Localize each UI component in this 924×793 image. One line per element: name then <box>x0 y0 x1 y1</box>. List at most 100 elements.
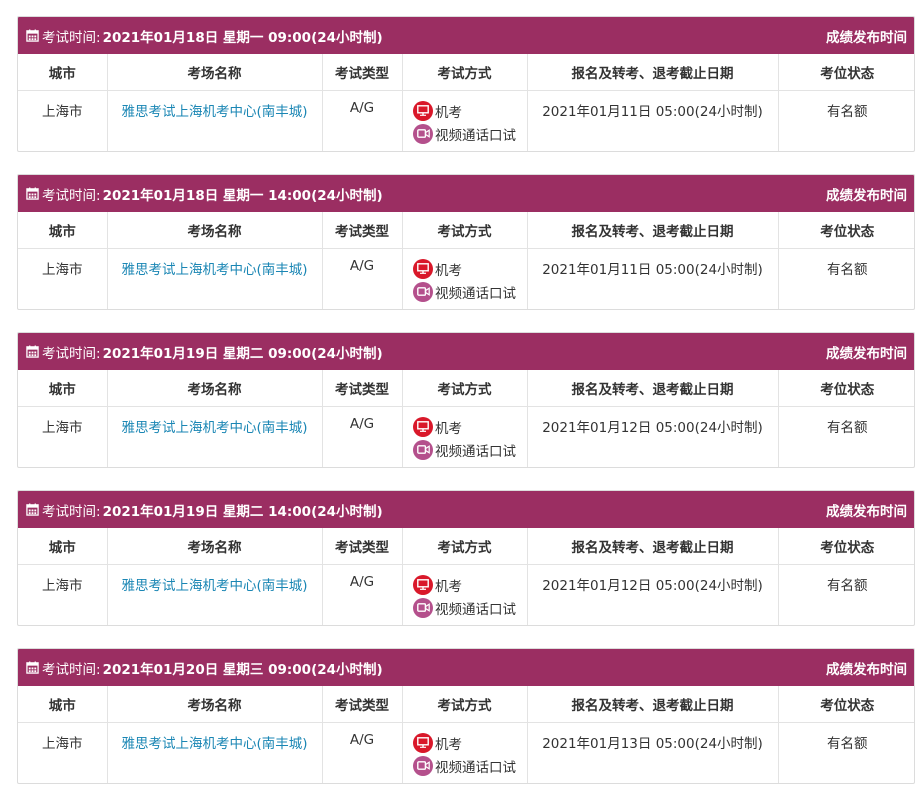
exam-type-cell: A/G <box>322 564 403 625</box>
session-table: 城市 考场名称 考试类型 考试方式 报名及转考、退考截止日期 考位状态 上海市 … <box>18 370 914 467</box>
session-time-label: 考试时间: <box>42 29 101 46</box>
exam-type-cell: A/G <box>322 722 403 783</box>
column-header-deadline: 报名及转考、退考截止日期 <box>527 54 779 91</box>
mode-label: 机考 <box>435 420 462 437</box>
venue-link[interactable]: 雅思考试上海机考中心(南丰城) <box>107 406 323 467</box>
exam-session-list: 考试时间: 2021年01月18日 星期一 09:00(24小时制) 成绩发布时… <box>0 0 924 793</box>
mode-computer: 机考 <box>413 99 516 122</box>
mode-computer: 机考 <box>413 731 516 754</box>
column-header-mode: 考试方式 <box>402 528 528 565</box>
column-header-deadline: 报名及转考、退考截止日期 <box>527 212 779 249</box>
column-header-city: 城市 <box>18 212 108 249</box>
status-cell: 有名额 <box>827 104 868 120</box>
venue-link[interactable]: 雅思考试上海机考中心(南丰城) <box>107 248 323 309</box>
mode-label: 视频通话口试 <box>435 443 516 460</box>
video-camera-icon <box>413 597 433 618</box>
venue-link[interactable]: 雅思考试上海机考中心(南丰城) <box>107 722 323 783</box>
exam-mode-cell: 机考 视频通话口试 <box>402 722 528 783</box>
score-release-time-link[interactable]: 成绩发布时间 <box>826 500 907 520</box>
video-camera-icon <box>413 281 433 302</box>
session-time: 2021年01月18日 星期一 09:00(24小时制) <box>102 29 383 46</box>
column-header-mode: 考试方式 <box>402 54 528 91</box>
exam-session: 考试时间: 2021年01月18日 星期一 14:00(24小时制) 成绩发布时… <box>17 174 915 310</box>
column-header-city: 城市 <box>18 54 108 91</box>
status-cell: 有名额 <box>827 420 868 436</box>
column-header-status: 考位状态 <box>778 528 914 565</box>
session-table: 城市 考场名称 考试类型 考试方式 报名及转考、退考截止日期 考位状态 上海市 … <box>18 54 914 151</box>
mode-video: 视频通话口试 <box>413 754 516 777</box>
calendar-icon <box>26 29 39 42</box>
column-header-status: 考位状态 <box>778 54 914 91</box>
monitor-icon <box>413 100 433 121</box>
mode-label: 机考 <box>435 578 462 595</box>
exam-type-cell: A/G <box>322 248 403 309</box>
exam-mode-cell: 机考 视频通话口试 <box>402 564 528 625</box>
session-header: 考试时间: 2021年01月18日 星期一 09:00(24小时制) 成绩发布时… <box>18 17 914 54</box>
exam-type-cell: A/G <box>322 90 403 151</box>
session-header: 考试时间: 2021年01月19日 星期二 14:00(24小时制) 成绩发布时… <box>18 491 914 528</box>
session-time-label: 考试时间: <box>42 661 101 678</box>
session-time: 2021年01月19日 星期二 14:00(24小时制) <box>102 503 383 520</box>
mode-video: 视频通话口试 <box>413 438 516 461</box>
score-release-time-link[interactable]: 成绩发布时间 <box>826 658 907 678</box>
column-header-venue: 考场名称 <box>107 54 323 91</box>
monitor-icon <box>413 416 433 437</box>
column-header-venue: 考场名称 <box>107 212 323 249</box>
exam-type-cell: A/G <box>322 406 403 467</box>
column-header-type: 考试类型 <box>322 54 403 91</box>
session-header: 考试时间: 2021年01月20日 星期三 09:00(24小时制) 成绩发布时… <box>18 649 914 686</box>
exam-mode-cell: 机考 视频通话口试 <box>402 406 528 467</box>
table-row: 上海市 雅思考试上海机考中心(南丰城) A/G 机考 视频通话口试 2021年0… <box>18 90 914 151</box>
session-time-label: 考试时间: <box>42 503 101 520</box>
column-header-mode: 考试方式 <box>402 370 528 407</box>
status-cell: 有名额 <box>827 578 868 594</box>
video-camera-icon <box>413 755 433 776</box>
column-header-deadline: 报名及转考、退考截止日期 <box>527 370 779 407</box>
exam-mode-cell: 机考 视频通话口试 <box>402 90 528 151</box>
calendar-icon <box>26 187 39 200</box>
calendar-icon <box>26 345 39 358</box>
city-cell: 上海市 <box>18 564 108 625</box>
score-release-time-link[interactable]: 成绩发布时间 <box>826 184 907 204</box>
session-header: 考试时间: 2021年01月18日 星期一 14:00(24小时制) 成绩发布时… <box>18 175 914 212</box>
mode-label: 机考 <box>435 736 462 753</box>
column-header-deadline: 报名及转考、退考截止日期 <box>527 686 779 723</box>
column-header-type: 考试类型 <box>322 686 403 723</box>
exam-session: 考试时间: 2021年01月18日 星期一 09:00(24小时制) 成绩发布时… <box>17 16 915 152</box>
deadline-cell: 2021年01月11日 05:00(24小时制) <box>527 248 779 309</box>
session-table: 城市 考场名称 考试类型 考试方式 报名及转考、退考截止日期 考位状态 上海市 … <box>18 686 914 783</box>
venue-link[interactable]: 雅思考试上海机考中心(南丰城) <box>107 564 323 625</box>
city-cell: 上海市 <box>18 90 108 151</box>
column-header-city: 城市 <box>18 528 108 565</box>
video-camera-icon <box>413 123 433 144</box>
calendar-icon <box>26 661 39 674</box>
mode-video: 视频通话口试 <box>413 122 516 145</box>
mode-computer: 机考 <box>413 415 516 438</box>
mode-computer: 机考 <box>413 573 516 596</box>
column-header-status: 考位状态 <box>778 212 914 249</box>
status-cell: 有名额 <box>827 736 868 752</box>
mode-video: 视频通话口试 <box>413 596 516 619</box>
session-time-label: 考试时间: <box>42 187 101 204</box>
mode-label: 视频通话口试 <box>435 285 516 302</box>
column-header-city: 城市 <box>18 370 108 407</box>
mode-label: 机考 <box>435 104 462 121</box>
monitor-icon <box>413 258 433 279</box>
exam-mode-cell: 机考 视频通话口试 <box>402 248 528 309</box>
score-release-time-link[interactable]: 成绩发布时间 <box>826 342 907 362</box>
session-time: 2021年01月20日 星期三 09:00(24小时制) <box>102 661 383 678</box>
deadline-cell: 2021年01月11日 05:00(24小时制) <box>527 90 779 151</box>
exam-session: 考试时间: 2021年01月19日 星期二 14:00(24小时制) 成绩发布时… <box>17 490 915 626</box>
table-row: 上海市 雅思考试上海机考中心(南丰城) A/G 机考 视频通话口试 2021年0… <box>18 564 914 625</box>
column-header-type: 考试类型 <box>322 370 403 407</box>
deadline-cell: 2021年01月12日 05:00(24小时制) <box>527 564 779 625</box>
session-time: 2021年01月19日 星期二 09:00(24小时制) <box>102 345 383 362</box>
monitor-icon <box>413 574 433 595</box>
score-release-time-link[interactable]: 成绩发布时间 <box>826 26 907 46</box>
deadline-cell: 2021年01月13日 05:00(24小时制) <box>527 722 779 783</box>
monitor-icon <box>413 732 433 753</box>
mode-video: 视频通话口试 <box>413 280 516 303</box>
venue-link[interactable]: 雅思考试上海机考中心(南丰城) <box>107 90 323 151</box>
session-time-label: 考试时间: <box>42 345 101 362</box>
column-header-deadline: 报名及转考、退考截止日期 <box>527 528 779 565</box>
